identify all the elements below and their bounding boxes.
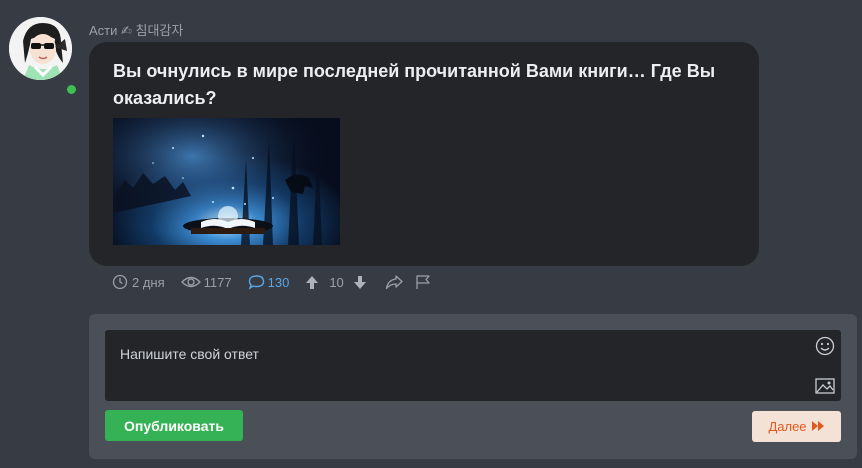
reply-form: Напишите свой ответ Опубликовать Далее [89, 314, 857, 459]
question-bubble: Вы очнулись в мире последней прочитанной… [89, 42, 759, 266]
next-label: Далее [768, 419, 807, 434]
reply-placeholder: Напишите свой ответ [120, 346, 259, 362]
online-indicator [65, 83, 78, 96]
fast-forward-icon [811, 419, 825, 434]
flag-icon [415, 274, 431, 290]
arrow-down-icon [353, 275, 367, 290]
downvote-button[interactable] [353, 275, 367, 290]
author-name[interactable]: Асти ✍ 침대감자 [89, 20, 183, 39]
views-stat: 1177 [180, 274, 232, 290]
comments-link[interactable]: 130 [248, 274, 290, 290]
post-meta: 2 дня 1177 130 10 [112, 273, 431, 291]
image-upload-icon[interactable] [815, 377, 835, 395]
reply-input[interactable]: Напишите свой ответ [105, 330, 841, 401]
time-stat: 2 дня [112, 274, 165, 290]
question-text: Вы очнулись в мире последней прочитанной… [113, 61, 716, 108]
emoji-icon[interactable] [815, 336, 835, 356]
author-avatar[interactable] [9, 17, 78, 96]
comment-icon [248, 274, 265, 290]
comments-count: 130 [267, 274, 290, 290]
rating-value: 10 [329, 274, 344, 290]
share-button[interactable] [385, 274, 403, 290]
arrow-up-icon [305, 275, 319, 290]
post-image[interactable] [113, 118, 340, 245]
views-value: 1177 [203, 274, 232, 290]
publish-button[interactable]: Опубликовать [105, 410, 243, 441]
report-button[interactable] [415, 274, 431, 290]
share-icon [385, 274, 403, 290]
next-button[interactable]: Далее [752, 411, 841, 442]
avatar-image [9, 17, 72, 80]
upvote-button[interactable] [305, 275, 319, 290]
eye-icon [180, 275, 201, 289]
time-value: 2 дня [132, 274, 165, 290]
clock-icon [112, 274, 128, 290]
